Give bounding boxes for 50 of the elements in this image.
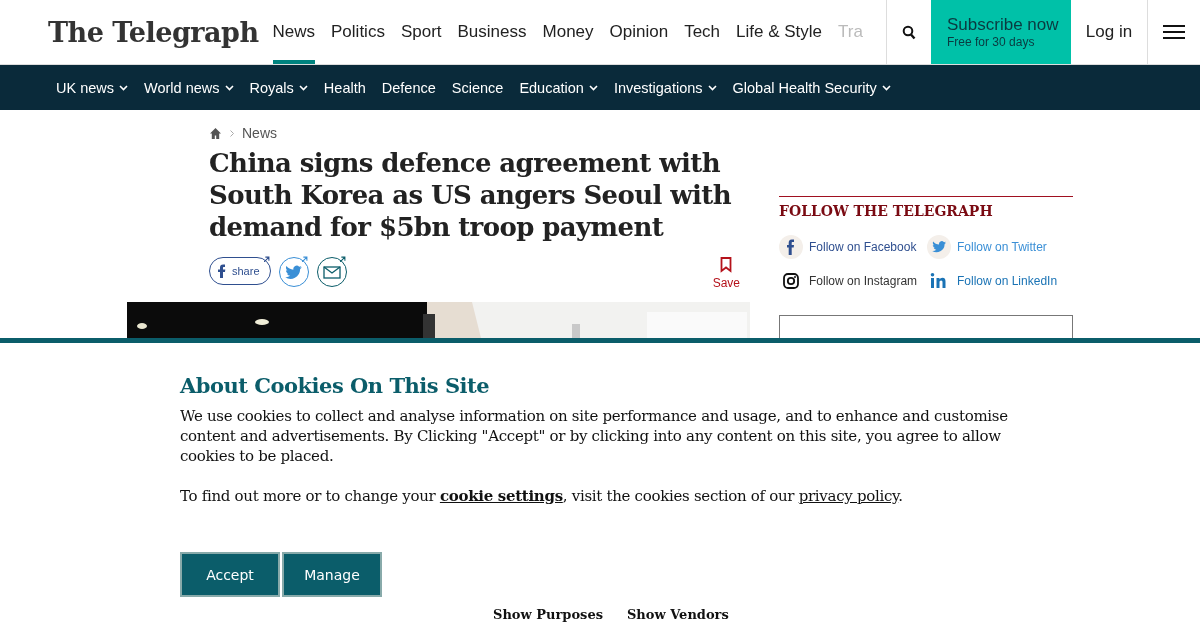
section-link[interactable]: Global Health Security bbox=[732, 79, 891, 96]
save-button[interactable]: Save bbox=[712, 257, 740, 290]
section-link[interactable]: Health bbox=[323, 79, 366, 96]
menu-icon[interactable] bbox=[1163, 24, 1185, 40]
nav-link[interactable]: Life & Style bbox=[736, 0, 823, 64]
cookie-link[interactable]: Show Vendors bbox=[627, 607, 729, 622]
nav-link[interactable]: Tech bbox=[684, 0, 721, 64]
section-link[interactable]: World news bbox=[144, 79, 234, 96]
section-link[interactable]: Education bbox=[519, 79, 598, 96]
facebook-icon bbox=[218, 264, 226, 278]
facebook-share-button[interactable]: share bbox=[209, 257, 271, 285]
subscribe-button[interactable]: Subscribe now Free for 30 days bbox=[931, 0, 1071, 64]
chevron-right-icon bbox=[230, 129, 234, 137]
cookie-settings-text: To find out more or to change your cookie settings, visit the cookies section of our privacy policy. bbox=[180, 486, 904, 506]
nav-link[interactable]: Business bbox=[457, 0, 527, 64]
cookie-text: We use cookies to collect and analyse information on site performance and usage, and to enhance and customise content and advertisements. By Clicking "Accept" or by clicking into any content on this site, you agree to allow cookies to be placed. bbox=[180, 406, 1009, 466]
follow-link[interactable]: Follow on Twitter bbox=[927, 235, 1073, 259]
follow-link[interactable]: Follow on LinkedIn bbox=[927, 269, 1073, 293]
section-heading: FOLLOW THE TELEGRAPH bbox=[779, 196, 1073, 219]
section-link[interactable]: Science bbox=[451, 79, 504, 96]
banner-title: About Cookies On This Site bbox=[180, 373, 491, 398]
cookie-link[interactable]: Show Purposes bbox=[493, 607, 603, 622]
section-link[interactable]: Royals bbox=[249, 79, 308, 96]
nav-link[interactable]: Sport bbox=[400, 0, 442, 64]
external-link-icon bbox=[301, 254, 310, 262]
headline: China signs defence agreement with South Korea as US angers Seoul with demand for $5bn troop payment bbox=[209, 147, 733, 243]
breadcrumb-link[interactable]: News bbox=[242, 125, 277, 141]
external-link-icon bbox=[263, 254, 272, 262]
cookie-settings-link[interactable]: cookie settings bbox=[439, 487, 563, 505]
follow-link[interactable]: Follow on Instagram bbox=[779, 269, 927, 293]
cookie-button[interactable]: Accept bbox=[180, 552, 280, 597]
home-icon[interactable] bbox=[209, 126, 222, 140]
bird-icon bbox=[927, 235, 951, 259]
section-link[interactable]: UK news bbox=[56, 79, 129, 96]
nav-link[interactable]: Politics bbox=[331, 0, 385, 64]
bird-icon bbox=[284, 264, 303, 280]
bookmark-icon bbox=[720, 257, 733, 273]
search-icon[interactable] bbox=[902, 24, 916, 40]
privacy-policy-link[interactable]: privacy policy bbox=[798, 487, 899, 505]
section-link[interactable]: Defence bbox=[381, 79, 436, 96]
nav-link[interactable]: Opinion bbox=[609, 0, 669, 64]
envelope-icon bbox=[322, 265, 341, 279]
external-link-icon bbox=[339, 254, 348, 262]
section-link[interactable]: Investigations bbox=[613, 79, 717, 96]
nav-link[interactable]: Money bbox=[542, 0, 594, 64]
login-link[interactable]: Log in bbox=[1071, 0, 1148, 64]
cookie-button[interactable]: Manage bbox=[282, 552, 382, 597]
facebook-icon bbox=[779, 235, 803, 259]
site-logo[interactable]: The Telegraph bbox=[48, 16, 259, 48]
follow-link[interactable]: Follow on Facebook bbox=[779, 235, 927, 259]
